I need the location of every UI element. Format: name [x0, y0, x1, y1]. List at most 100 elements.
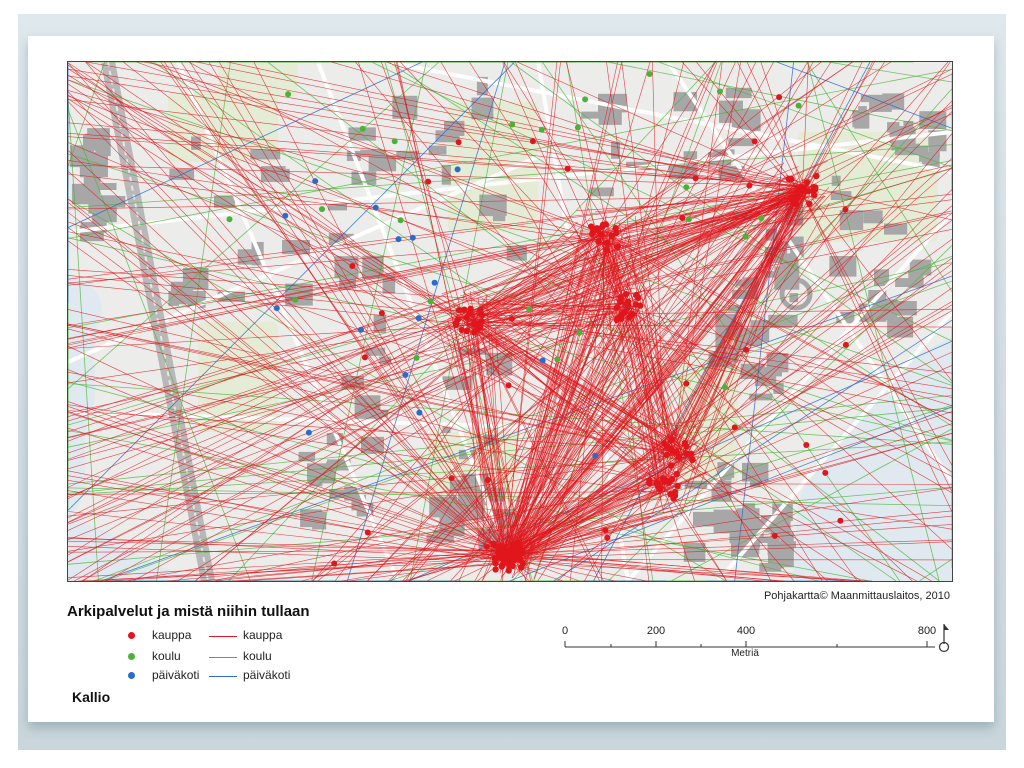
- kauppa-point: [463, 314, 470, 321]
- koulu-point: [509, 121, 516, 128]
- koulu-point: [795, 102, 802, 109]
- kauppa-point: [668, 475, 676, 483]
- kauppa-point: [794, 194, 801, 202]
- scale-tick-200: 200: [646, 625, 666, 637]
- legend-line-label: kauppa: [243, 628, 283, 642]
- koulu-point: [397, 217, 404, 224]
- map-panel[interactable]: [67, 61, 953, 582]
- kauppa-point: [608, 232, 615, 240]
- kauppa-point: [603, 239, 611, 247]
- building: [908, 270, 924, 288]
- koulu-point: [576, 329, 583, 336]
- paivakoti-point: [416, 409, 423, 416]
- legend-title: Arkipalvelut ja mistä niihin tullaan: [67, 603, 310, 620]
- building: [863, 210, 883, 224]
- kauppa-point: [497, 542, 504, 550]
- koulu-point: [359, 125, 366, 132]
- legend-point-label: kauppa: [152, 628, 192, 642]
- scale-tick-800: 800: [917, 625, 937, 637]
- legend-line-label: päiväkoti: [243, 668, 291, 682]
- koulu-point-symbol: [128, 653, 135, 660]
- kauppa-point: [492, 566, 499, 573]
- paivakoti-point: [358, 326, 364, 333]
- kauppa-point: [842, 206, 849, 213]
- kauppa-point: [842, 341, 849, 348]
- kauppa-point: [633, 291, 640, 299]
- kauppa-point: [506, 551, 513, 559]
- kauppa-point: [476, 324, 484, 331]
- kauppa-point: [478, 318, 485, 325]
- koulu-point: [285, 91, 292, 98]
- building: [328, 203, 347, 211]
- kauppa-point: [629, 310, 636, 318]
- paivakoti-point: [372, 204, 379, 211]
- building: [931, 137, 940, 159]
- kauppa-point: [646, 480, 653, 487]
- scale-tick-400: 400: [736, 625, 756, 637]
- kauppa-point: [679, 214, 686, 221]
- koulu-point: [526, 306, 533, 313]
- kauppa-point: [529, 138, 536, 145]
- kauppa-point: [683, 380, 690, 387]
- kauppa-point: [378, 310, 385, 317]
- building: [471, 97, 494, 120]
- kauppa-point: [602, 221, 609, 228]
- paivakoti-point-symbol: [128, 672, 135, 679]
- kauppa-point: [837, 517, 844, 524]
- kauppa-point: [811, 191, 818, 199]
- building: [895, 143, 920, 156]
- kauppa-point: [788, 196, 795, 203]
- kauppa-point: [668, 462, 675, 469]
- kauppa-point-symbol: [128, 632, 135, 639]
- kauppa-point: [603, 246, 610, 253]
- scale-unit: Metriä: [731, 648, 759, 659]
- koulu-point: [319, 206, 325, 213]
- paivakoti-point: [539, 357, 546, 364]
- kauppa-point: [467, 305, 474, 312]
- paivakoti-point: [592, 452, 599, 459]
- kauppa-point: [621, 309, 628, 316]
- paivakoti-point: [312, 178, 319, 185]
- paivakoti-point: [305, 429, 312, 436]
- paivakoti-point: [454, 166, 461, 173]
- kauppa-point: [660, 440, 668, 447]
- building: [789, 293, 799, 303]
- kauppa-point: [614, 243, 621, 250]
- kauppa-point: [485, 477, 491, 483]
- kauppa-point: [672, 449, 680, 456]
- koulu-point: [226, 216, 233, 223]
- kauppa-point: [803, 442, 810, 448]
- kauppa-point: [589, 228, 597, 236]
- building: [492, 209, 506, 222]
- kauppa-point: [452, 321, 460, 328]
- kauppa-point: [668, 436, 675, 443]
- kauppa-point: [799, 186, 807, 193]
- kauppa-point: [813, 172, 820, 180]
- kauppa-point: [637, 302, 644, 309]
- kauppa-point: [612, 225, 619, 232]
- koulu-point: [292, 296, 299, 303]
- kauppa-point: [364, 529, 371, 536]
- kauppa-point: [683, 443, 690, 450]
- paivakoti-point: [402, 371, 409, 378]
- koulu-point: [413, 354, 420, 361]
- kauppa-point: [803, 179, 811, 186]
- koulu-point: [582, 96, 589, 103]
- kauppa-point: [448, 475, 455, 482]
- kauppa-point: [470, 320, 477, 327]
- scale-bar-graphic: [564, 624, 950, 653]
- building: [83, 173, 101, 185]
- kauppa-point: [516, 545, 523, 552]
- kauppa-point: [425, 178, 432, 185]
- kauppa-point: [602, 527, 609, 534]
- kauppa-point: [751, 138, 758, 145]
- koulu-point: [758, 215, 765, 222]
- kauppa-point: [743, 346, 750, 353]
- kauppa-point: [470, 329, 478, 336]
- kauppa-point: [491, 541, 498, 548]
- kauppa-point: [776, 94, 783, 101]
- building: [869, 101, 892, 112]
- kauppa-point: [674, 482, 681, 490]
- kauppa-point: [673, 470, 680, 478]
- kauppa-point: [771, 532, 778, 539]
